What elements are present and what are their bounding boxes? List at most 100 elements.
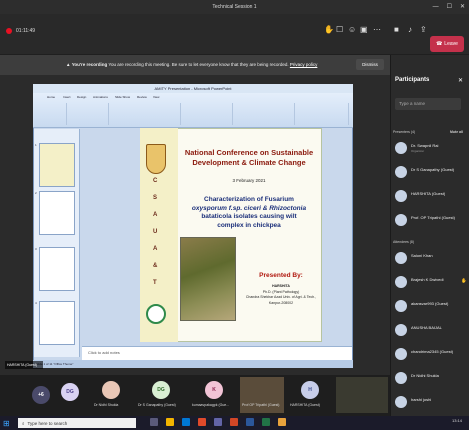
presenter-info: HARSHITA Ph.D. (Plant Pathology) Chandra… [240, 284, 322, 306]
slide-thumbnail[interactable] [39, 143, 75, 187]
thumb-number: 1 [35, 143, 37, 147]
vertical-letter: & [153, 263, 158, 269]
talk-title-line: complex in chickpea [217, 221, 281, 229]
talk-title: Characterization of Fusarium oxysporum f… [180, 196, 318, 230]
avatar: DG [152, 381, 170, 399]
participant-row[interactable]: chandrima2345 (Guest) [393, 346, 469, 364]
powerpoint-title: AMITY Presentation - Microsoft PowerPoin… [33, 84, 353, 93]
avatar [395, 396, 407, 408]
overflow-tile[interactable]: +6 [30, 377, 52, 413]
word-icon[interactable] [246, 418, 254, 426]
participant-row[interactable]: Saloni Khan [393, 250, 469, 268]
participant-tile[interactable]: K kumaavpakagpk (Gue... [190, 377, 238, 413]
avatar [395, 276, 407, 288]
participant-tile[interactable]: DG Dr S Ganapathy (Guest) [136, 377, 186, 413]
task-view-icon[interactable] [150, 418, 158, 426]
rooms-icon[interactable]: ▣ [360, 25, 368, 34]
participant-role: Organizer [411, 149, 425, 153]
participant-row[interactable]: Prof. OP Tripathi (Guest) [393, 212, 469, 230]
vertical-letter: A [153, 212, 158, 218]
edge-icon[interactable] [182, 418, 190, 426]
participant-row[interactable]: ANUSHA BAIJAL [393, 322, 469, 340]
chat-icon[interactable]: ☐ [336, 25, 343, 34]
participant-name: Dr S Ganapathy (Guest) [411, 167, 455, 172]
mic-icon[interactable]: ♪ [408, 25, 412, 34]
participant-row[interactable]: HARSHITA (Guest) [393, 188, 469, 206]
vertical-letter: A [153, 246, 158, 252]
presenters-header[interactable]: Presenters (4) [393, 130, 415, 134]
store-icon[interactable] [198, 418, 206, 426]
talk-title-line: Characterization of Fusarium [204, 196, 294, 203]
slide-thumbnail[interactable] [39, 191, 75, 235]
avatar: H [301, 381, 319, 399]
mute-all-button[interactable]: Mute all [450, 130, 463, 134]
window-title-bar: Technical Session 1 — ☐ ✕ [0, 0, 469, 14]
more-icon[interactable]: ⋯ [373, 25, 381, 34]
tile-name: Dr S Ganapathy (Guest) [138, 403, 176, 407]
ribbon-tab[interactable]: Animations [93, 95, 108, 99]
slide-thumbnail[interactable] [39, 247, 75, 291]
attendees-header[interactable]: Attendees (8) [393, 240, 414, 244]
participant-name: Brajesh K Dwivedi [411, 277, 444, 282]
notes-pane[interactable]: Click to add notes [82, 346, 352, 360]
chrome-icon[interactable] [278, 418, 286, 426]
vertical-letter: T [153, 280, 157, 286]
powerpoint-icon[interactable] [230, 418, 238, 426]
taskbar-clock: 13:14 [452, 418, 463, 423]
ribbon-tab[interactable]: Insert [63, 95, 71, 99]
privacy-policy-link[interactable]: Privacy policy [290, 62, 318, 67]
windows-start-icon[interactable]: ⊞ [3, 419, 10, 428]
maximize-button[interactable]: ☐ [447, 0, 452, 14]
raised-hand-icon: ✋ [461, 278, 467, 283]
institute-seal-icon [146, 304, 166, 324]
file-explorer-icon[interactable] [166, 418, 174, 426]
minimize-button[interactable]: — [433, 0, 439, 14]
participant-row[interactable]: harshi joshi [393, 394, 469, 412]
participant-row[interactable]: Brajesh K Dwivedi ✋ [393, 274, 469, 292]
banner-text: You are recording this meeting. Be sure … [108, 62, 289, 67]
participant-name: chandrima2345 (Guest) [411, 349, 454, 354]
participant-row[interactable]: akansvar993 (Guest) [393, 298, 469, 316]
participant-tile[interactable]: H HARSHITA (Guest) [288, 377, 332, 413]
ribbon-tab[interactable]: Review [137, 95, 147, 99]
participant-row[interactable]: Dr S Ganapathy (Guest) [393, 164, 469, 182]
avatar: DG [61, 383, 79, 401]
avatar [395, 214, 407, 226]
talk-title-line: bataticola isolates causing wilt [201, 213, 297, 220]
paragraph-group [183, 103, 233, 125]
avatar [395, 252, 407, 264]
participant-tile[interactable]: DG [56, 377, 84, 413]
window-title: Technical Session 1 [212, 4, 257, 10]
avatar: K [205, 381, 223, 399]
participant-row[interactable]: Dr. Swapnil Rai Organizer [393, 140, 469, 158]
slide-thumbnail[interactable] [39, 301, 75, 345]
presenter-university: Chandra Shekhar Azad Univ. of Agri. & Te… [245, 295, 317, 305]
participant-tile[interactable]: Prof OP Tripathi (Guest) [240, 377, 284, 413]
avatar [395, 190, 407, 202]
participants-title: Participants [395, 77, 430, 83]
participant-tile[interactable]: Dr Nidhi Shukla [92, 377, 130, 413]
participant-search-input[interactable]: Type a name [395, 98, 461, 110]
dismiss-button[interactable]: Dismiss [356, 59, 384, 70]
ribbon-tab[interactable]: Design [77, 95, 86, 99]
font-group [111, 103, 181, 125]
leave-button[interactable]: ☎ Leave [430, 36, 464, 52]
conference-date: 3 February 2021 [232, 178, 266, 183]
teams-icon[interactable] [214, 418, 222, 426]
camera-icon[interactable]: ■ [394, 25, 399, 34]
ribbon-tab[interactable]: Home [47, 95, 55, 99]
taskbar-search-input[interactable]: ⌕ Type here to search [18, 418, 136, 428]
tile-name: kumaavpakagpk (Gue... [192, 403, 230, 407]
close-button[interactable]: ✕ [460, 0, 465, 14]
avatar [395, 300, 407, 312]
share-icon[interactable]: ⇪ [420, 25, 427, 34]
ribbon-tab[interactable]: View [153, 95, 159, 99]
raise-hand-icon[interactable]: ✋ [324, 25, 334, 34]
ribbon-tab[interactable]: Slide Show [115, 95, 130, 99]
close-panel-icon[interactable]: ✕ [458, 77, 463, 84]
participant-name: Saloni Khan [411, 253, 433, 258]
participant-row[interactable]: Dr Nidhi Shukla [393, 370, 469, 388]
excel-icon[interactable] [262, 418, 270, 426]
self-video-tile[interactable] [336, 377, 388, 413]
participants-icon[interactable]: ☺ [348, 25, 356, 34]
